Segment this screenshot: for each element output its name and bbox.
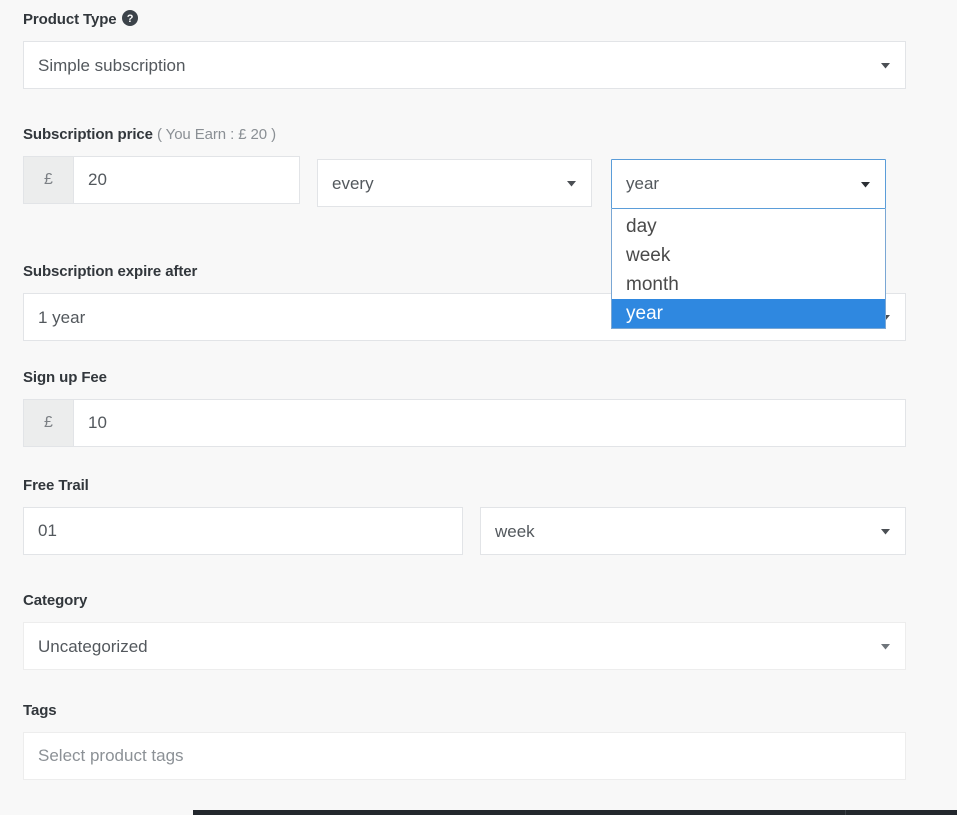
field-free-trail: Free Trail 01 week <box>23 476 906 555</box>
sign-up-fee-input[interactable]: 10 <box>73 399 906 447</box>
subscription-price-value: 20 <box>88 170 107 190</box>
subscription-interval-prefix-value: every <box>332 175 374 192</box>
category-select[interactable]: Uncategorized <box>23 622 906 670</box>
subscription-interval-unit-select[interactable]: year <box>611 159 886 209</box>
product-data-form: Product Type? Simple subscription Subscr… <box>0 0 957 815</box>
free-trail-unit-value: week <box>495 523 535 540</box>
option-week[interactable]: week <box>612 241 885 270</box>
option-day[interactable]: day <box>612 212 885 241</box>
currency-symbol-addon: £ <box>23 399 73 447</box>
currency-symbol-addon: £ <box>23 156 73 204</box>
chevron-down-icon <box>565 177 578 190</box>
free-trail-label: Free Trail <box>23 476 906 496</box>
chevron-down-icon <box>879 525 892 538</box>
subscription-price-input[interactable]: 20 <box>73 156 300 204</box>
chevron-down-icon <box>879 640 892 653</box>
subscription-price-label: Subscription price ( You Earn : £ 20 ) <box>23 125 906 145</box>
field-sign-up-fee: Sign up Fee £ 10 <box>23 368 906 447</box>
svg-text:?: ? <box>126 13 133 25</box>
product-type-label-text: Product Type <box>23 11 117 28</box>
free-trail-unit-select[interactable]: week <box>480 507 906 555</box>
free-trail-length-input[interactable]: 01 <box>23 507 463 555</box>
sign-up-fee-label: Sign up Fee <box>23 368 906 388</box>
product-type-label: Product Type? <box>23 10 906 30</box>
product-type-select[interactable]: Simple subscription <box>23 41 906 89</box>
product-type-value: Simple subscription <box>38 57 185 74</box>
tags-label: Tags <box>23 701 906 721</box>
sign-up-fee-value: 10 <box>88 413 107 433</box>
subscription-interval-unit-options[interactable]: day week month year <box>611 209 886 329</box>
category-label: Category <box>23 591 906 611</box>
subscription-interval-prefix-select[interactable]: every <box>317 159 592 207</box>
field-product-type: Product Type? Simple subscription <box>23 10 906 89</box>
free-trail-length-value: 01 <box>38 521 57 541</box>
chevron-down-icon <box>859 178 872 191</box>
subscription-price-earn-note: ( You Earn : £ 20 ) <box>157 126 276 143</box>
option-year[interactable]: year <box>612 299 885 328</box>
field-category: Category Uncategorized <box>23 591 906 670</box>
tags-input[interactable]: Select product tags <box>23 732 906 780</box>
tags-placeholder: Select product tags <box>38 746 184 766</box>
subscription-expire-after-value: 1 year <box>38 309 85 326</box>
question-circle-icon[interactable]: ? <box>122 10 138 26</box>
subscription-interval-unit-value: year <box>626 174 659 194</box>
option-month[interactable]: month <box>612 270 885 299</box>
subscription-price-input-group: £ 20 <box>23 156 300 204</box>
chevron-down-icon <box>879 59 892 72</box>
subscription-price-label-text: Subscription price <box>23 126 153 143</box>
bottom-bar-divider <box>845 810 846 815</box>
sign-up-fee-input-group: £ 10 <box>23 399 906 447</box>
field-tags: Tags Select product tags <box>23 701 906 780</box>
category-value: Uncategorized <box>38 638 148 655</box>
bottom-admin-bar <box>193 810 957 815</box>
